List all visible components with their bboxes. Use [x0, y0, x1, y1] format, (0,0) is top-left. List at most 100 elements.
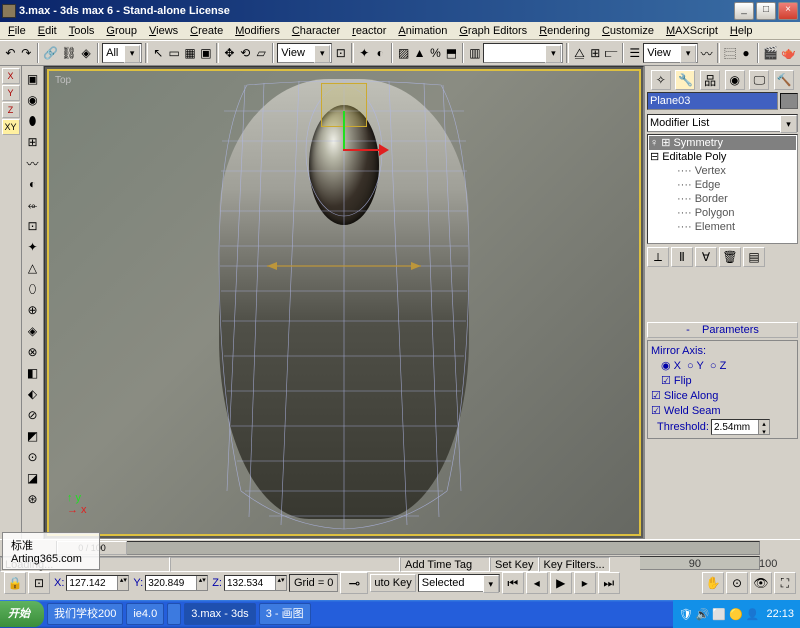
menu-reactor[interactable]: reactor — [346, 24, 392, 38]
goto-end-button[interactable]: ⏭ — [598, 572, 620, 594]
reactor-tool-4[interactable]: 〰 — [23, 153, 43, 173]
display-tab[interactable]: 🖵 — [749, 70, 769, 90]
vp-arc-button[interactable]: ⊙ — [726, 572, 748, 594]
parameters-rollout-header[interactable]: - Parameters — [647, 322, 798, 338]
tray-icon[interactable]: ⬜ — [712, 608, 726, 621]
reactor-tool-0[interactable]: ▣ — [23, 69, 43, 89]
move-button[interactable]: ✥ — [222, 42, 237, 64]
selection-filter-combo[interactable]: All — [102, 43, 142, 63]
modify-tab[interactable]: 🔧 — [675, 70, 695, 90]
scale-button[interactable]: ▱ — [254, 42, 269, 64]
tray-icon[interactable]: 🛡 — [679, 608, 693, 621]
render-scene-button[interactable]: 🎬 — [762, 42, 779, 64]
bind-button[interactable]: ◈ — [79, 42, 94, 64]
reactor-tool-2[interactable]: ⬮ — [23, 111, 43, 131]
threshold-spinner[interactable]: ▴▾ — [711, 419, 770, 435]
autokey-button[interactable]: uto Key — [370, 574, 415, 592]
motion-tab[interactable]: ◉ — [725, 70, 745, 90]
add-time-tag-button[interactable]: Add Time Tag — [400, 557, 490, 572]
reactor-tool-12[interactable]: ◈ — [23, 321, 43, 341]
reactor-tool-6[interactable]: ⬰ — [23, 195, 43, 215]
named-sel-button[interactable]: ▥ — [467, 42, 482, 64]
ref-coord-combo[interactable]: View — [277, 43, 332, 63]
menu-edit[interactable]: Edit — [32, 24, 63, 38]
menu-modifiers[interactable]: Modifiers — [229, 24, 286, 38]
goto-start-button[interactable]: ⏮ — [502, 572, 524, 594]
menu-customize[interactable]: Customize — [596, 24, 660, 38]
maximize-button[interactable]: □ — [756, 2, 776, 20]
slice-checkbox[interactable]: ☑ Slice Along — [651, 389, 794, 404]
tray-icon[interactable]: 👤 — [746, 608, 760, 621]
menu-rendering[interactable]: Rendering — [533, 24, 596, 38]
reactor-tool-11[interactable]: ⊕ — [23, 300, 43, 320]
link-button[interactable]: 🔗 — [42, 42, 59, 64]
reactor-tool-20[interactable]: ⊛ — [23, 489, 43, 509]
constrain-z-button[interactable]: Z — [2, 102, 20, 118]
autokey-toggle[interactable]: ⊸ — [340, 572, 368, 594]
menu-group[interactable]: Group — [100, 24, 143, 38]
spinner-snap-button[interactable]: ⬒ — [444, 42, 459, 64]
reactor-tool-14[interactable]: ◧ — [23, 363, 43, 383]
tray-clock[interactable]: 22:13 — [766, 608, 794, 620]
array-button[interactable]: ⊞ — [588, 42, 603, 64]
remove-mod-button[interactable]: 🗑 — [719, 247, 741, 267]
reactor-tool-8[interactable]: ✦ — [23, 237, 43, 257]
material-button[interactable]: ● — [739, 42, 754, 64]
setkey-button[interactable]: Set Key — [490, 557, 539, 572]
close-button[interactable]: × — [778, 2, 798, 20]
move-gizmo[interactable] — [319, 111, 369, 161]
taskbar-task[interactable]: 我们学校200 — [47, 603, 123, 625]
snap-button[interactable]: ▨ — [396, 42, 411, 64]
object-color-swatch[interactable] — [780, 93, 798, 109]
menu-views[interactable]: Views — [143, 24, 184, 38]
reactor-tool-1[interactable]: ◉ — [23, 90, 43, 110]
reactor-tool-15[interactable]: ⬖ — [23, 384, 43, 404]
weld-checkbox[interactable]: ☑ Weld Seam — [651, 404, 794, 419]
sel-lock-button[interactable]: ⊡ — [28, 572, 50, 594]
modifier-list-combo[interactable]: Modifier List — [647, 114, 798, 132]
select-button[interactable]: ↖ — [151, 42, 166, 64]
angle-snap-button[interactable]: ▲ — [412, 42, 427, 64]
menu-create[interactable]: Create — [184, 24, 229, 38]
start-button[interactable]: 开始 — [0, 601, 44, 627]
coord-x-spinner[interactable]: ▴▾ — [66, 575, 129, 591]
reactor-tool-3[interactable]: ⊞ — [23, 132, 43, 152]
taskbar-task[interactable]: 3.max - 3ds — [184, 603, 255, 625]
select-region-button[interactable]: ▦ — [183, 42, 198, 64]
menu-maxscript[interactable]: MAXScript — [660, 24, 724, 38]
axis-z-radio[interactable]: ○ Z — [710, 359, 726, 374]
schematic-button[interactable]: ⿳ — [723, 42, 738, 64]
constrain-x-button[interactable]: X — [2, 68, 20, 84]
ref-coord-combo2[interactable]: View — [643, 43, 698, 63]
object-name-field[interactable]: Plane03 — [647, 92, 778, 110]
viewport-top[interactable]: Top — [47, 69, 641, 536]
show-result-button[interactable]: Ⅱ — [671, 247, 693, 267]
undo-button[interactable]: ↶ — [3, 42, 18, 64]
flip-checkbox[interactable]: ☑ Flip — [661, 374, 692, 389]
select-name-button[interactable]: ▭ — [167, 42, 182, 64]
play-button[interactable]: ▶ — [550, 572, 572, 594]
keyfilters-button[interactable]: Key Filters... — [539, 557, 610, 572]
time-slider-track[interactable]: 0 / 100 — [56, 541, 760, 555]
redo-button[interactable]: ↷ — [19, 42, 34, 64]
vp-max-button[interactable]: ⛶ — [774, 572, 796, 594]
curve-editor-button[interactable]: 〰 — [699, 42, 714, 64]
modifier-stack[interactable]: ♀⊞Symmetry ⊟Editable Poly ···· Vertex ··… — [647, 134, 798, 244]
coord-z-spinner[interactable]: ▴▾ — [224, 575, 287, 591]
utilities-tab[interactable]: 🔨 — [774, 70, 794, 90]
unlink-button[interactable]: ⛓ — [60, 42, 77, 64]
menu-help[interactable]: Help — [724, 24, 759, 38]
reactor-tool-16[interactable]: ⊘ — [23, 405, 43, 425]
mirror-button[interactable]: ⧋ — [572, 42, 587, 64]
reactor-tool-7[interactable]: ⊡ — [23, 216, 43, 236]
tray-icon[interactable]: 🔊 — [696, 608, 710, 621]
axis-x-radio[interactable]: ◉ X — [661, 359, 681, 374]
align-button[interactable]: ⫍ — [604, 42, 619, 64]
constrain-y-button[interactable]: Y — [2, 85, 20, 101]
reactor-tool-13[interactable]: ⊗ — [23, 342, 43, 362]
window-crossing-button[interactable]: ▣ — [198, 42, 213, 64]
pivot-button[interactable]: ⊡ — [333, 42, 348, 64]
next-frame-button[interactable]: ▸ — [574, 572, 596, 594]
constrain-xy-button[interactable]: XY — [2, 119, 20, 135]
named-sel-combo[interactable] — [483, 43, 563, 63]
